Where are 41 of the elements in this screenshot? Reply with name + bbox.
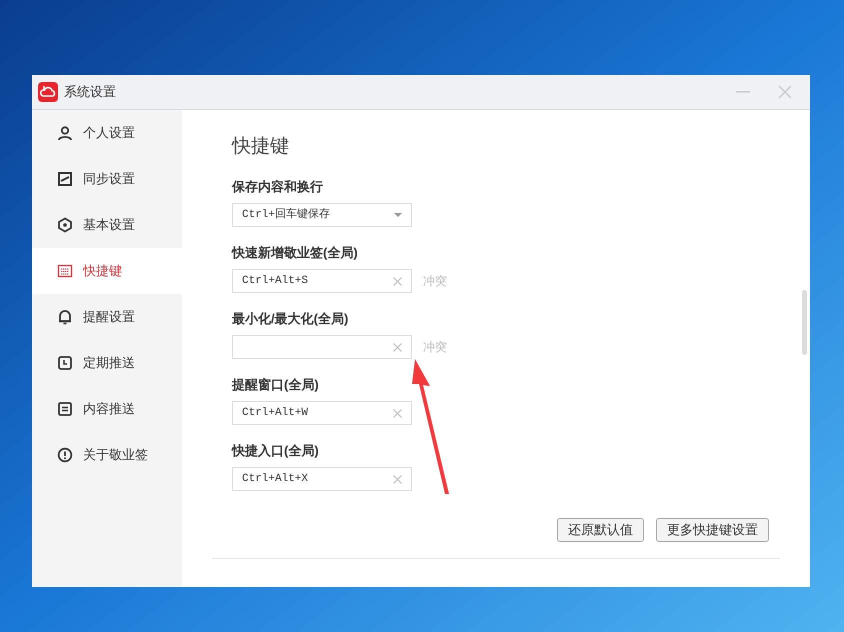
document-icon xyxy=(57,401,73,417)
shortcut-input-field[interactable] xyxy=(232,335,412,359)
close-icon[interactable] xyxy=(778,85,792,99)
field-label: 最小化/最大化(全局) xyxy=(232,310,348,327)
sidebar-item[interactable]: 个人设置 xyxy=(32,110,182,156)
clear-icon[interactable] xyxy=(393,276,402,286)
page-heading: 快捷键 xyxy=(232,135,290,159)
clock-icon xyxy=(57,355,73,371)
window-title: 系统设置 xyxy=(64,83,116,102)
conflict-label: 冲突 xyxy=(423,273,447,290)
clear-icon[interactable] xyxy=(393,408,402,418)
cloud-logo-icon xyxy=(38,82,58,102)
sidebar-item[interactable]: 基本设置 xyxy=(32,202,182,248)
scrollbar[interactable] xyxy=(802,290,807,355)
clear-icon[interactable] xyxy=(393,342,402,352)
sidebar-item[interactable]: 同步设置 xyxy=(32,156,182,202)
clear-icon[interactable] xyxy=(393,474,402,484)
conflict-label: 冲突 xyxy=(423,339,447,356)
sidebar-item[interactable]: 内容推送 xyxy=(32,386,182,432)
action-button[interactable]: 还原默认值 xyxy=(557,518,644,542)
person-icon xyxy=(57,125,73,141)
dropdown-caret-icon xyxy=(394,213,402,217)
info-icon xyxy=(57,447,73,463)
sidebar-item[interactable]: 提醒设置 xyxy=(32,294,182,340)
sidebar-item[interactable]: 定期推送 xyxy=(32,340,182,386)
bell-icon xyxy=(57,309,73,325)
shortcut-dropdown[interactable]: Ctrl+回车键保存 xyxy=(232,203,412,227)
shortcut-input-field[interactable]: Ctrl+Alt+W xyxy=(232,401,412,425)
field-label: 快速新增敬业签(全局) xyxy=(232,244,358,261)
shortcut-input-field[interactable]: Ctrl+Alt+X xyxy=(232,467,412,491)
sidebar-item[interactable]: 关于敬业签 xyxy=(32,432,182,478)
sync-icon xyxy=(57,171,73,187)
shortcut-input-field[interactable]: Ctrl+Alt+S xyxy=(232,269,412,293)
minimize-icon[interactable] xyxy=(736,91,750,93)
field-label: 保存内容和换行 xyxy=(232,178,323,195)
field-label: 快捷入口(全局) xyxy=(232,442,319,459)
field-label: 提醒窗口(全局) xyxy=(232,376,319,393)
sidebar-item[interactable]: 快捷键 xyxy=(32,248,182,294)
hexagon-icon xyxy=(57,217,73,233)
keyboard-icon xyxy=(57,263,73,279)
action-button[interactable]: 更多快捷键设置 xyxy=(656,518,769,542)
